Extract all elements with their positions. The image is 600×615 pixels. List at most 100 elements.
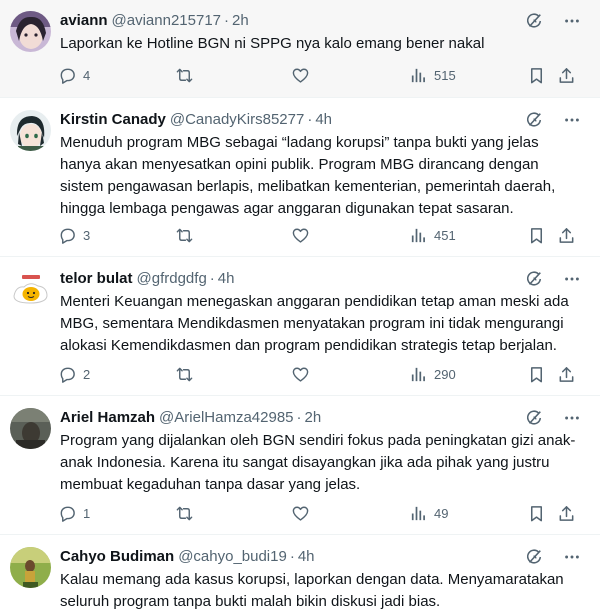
bookmark-button[interactable] — [527, 364, 546, 384]
more-icon[interactable] — [562, 11, 582, 31]
tweet-top-icons — [524, 547, 582, 567]
more-icon[interactable] — [562, 269, 582, 289]
tweet-aviann[interactable]: aviann @aviann215717 · 2h Laporkan ke Ho… — [0, 0, 600, 98]
bookmark-icon — [530, 505, 543, 521]
timestamp[interactable]: 4h — [298, 547, 315, 567]
user-handle[interactable]: @cahyo_budi19 — [178, 547, 287, 567]
tweet-header: Cahyo Budiman @cahyo_budi19 · 4h — [60, 547, 315, 567]
views-icon — [411, 367, 425, 381]
reply-button[interactable]: 3 — [58, 225, 90, 245]
grok-icon[interactable] — [524, 269, 544, 289]
retweet-button[interactable] — [175, 225, 200, 245]
tweet-text: Program yang dijalankan oleh BGN sendiri… — [60, 432, 576, 493]
retweet-button[interactable] — [175, 65, 200, 85]
user-handle[interactable]: @aviann215717 — [112, 11, 221, 31]
reply-icon — [60, 367, 75, 383]
views-button[interactable]: 290 — [409, 364, 456, 384]
tweet-text: Menteri Keuangan menegaskan anggaran pen… — [60, 293, 569, 354]
share-button[interactable] — [557, 225, 576, 245]
user-handle[interactable]: @CanadyKirs85277 — [170, 110, 304, 130]
retweet-button[interactable] — [175, 364, 200, 384]
bookmark-icon — [530, 366, 543, 382]
reply-icon — [60, 68, 75, 84]
reply-count: 3 — [83, 227, 91, 243]
views-count: 290 — [434, 366, 456, 382]
tweet-header: Ariel Hamzah @ArielHamza42985 · 2h — [60, 408, 321, 428]
reply-icon — [60, 228, 75, 244]
bookmark-button[interactable] — [527, 225, 546, 245]
like-button[interactable] — [291, 364, 316, 384]
reply-icon — [60, 506, 75, 522]
reply-count: 1 — [83, 505, 91, 521]
tweet-kirstin-canady[interactable]: Kirstin Canady @CanadyKirs85277 · 4h Men… — [0, 98, 600, 257]
tweet-header: Kirstin Canady @CanadyKirs85277 · 4h — [60, 110, 332, 130]
avatar[interactable] — [10, 269, 51, 310]
user-handle[interactable]: @gfrdgdfg — [137, 269, 207, 289]
tweet-actions: 4 515 — [58, 65, 588, 85]
more-icon[interactable] — [562, 110, 582, 130]
display-name[interactable]: Ariel Hamzah — [60, 408, 155, 428]
timestamp[interactable]: 4h — [315, 110, 332, 130]
tweet-cahyo-budiman[interactable]: Cahyo Budiman @cahyo_budi19 · 4h Kalau m… — [0, 535, 600, 615]
separator-dot: · — [209, 270, 215, 287]
bookmark-button[interactable] — [527, 65, 546, 85]
more-icon[interactable] — [562, 547, 582, 567]
bookmark-button[interactable] — [527, 503, 546, 523]
share-button[interactable] — [557, 65, 576, 85]
reply-count: 2 — [83, 366, 91, 382]
views-icon — [411, 68, 425, 82]
views-icon — [411, 228, 425, 242]
like-button[interactable] — [291, 503, 316, 523]
avatar[interactable] — [10, 547, 51, 588]
views-count: 515 — [434, 67, 456, 83]
display-name[interactable]: Kirstin Canady — [60, 110, 166, 130]
reply-button[interactable]: 2 — [58, 364, 90, 384]
like-button[interactable] — [291, 225, 316, 245]
separator-dot: · — [307, 111, 313, 128]
tweet-ariel-hamzah[interactable]: Ariel Hamzah @ArielHamza42985 · 2h Progr… — [0, 396, 600, 535]
separator-dot: · — [289, 548, 295, 565]
tweet-header: telor bulat @gfrdgdfg · 4h — [60, 269, 234, 289]
share-icon — [559, 505, 574, 521]
user-handle[interactable]: @ArielHamza42985 — [159, 408, 293, 428]
display-name[interactable]: telor bulat — [60, 269, 133, 289]
share-icon — [559, 67, 574, 83]
timestamp[interactable]: 2h — [232, 11, 249, 31]
tweet-text: Laporkan ke Hotline BGN ni SPPG nya kalo… — [60, 35, 485, 52]
timestamp[interactable]: 4h — [218, 269, 235, 289]
views-count: 49 — [434, 505, 449, 521]
reply-button[interactable]: 4 — [58, 65, 90, 85]
tweet-actions: 3 451 — [58, 225, 588, 245]
timestamp[interactable]: 2h — [305, 408, 322, 428]
share-icon — [559, 227, 574, 243]
views-button[interactable]: 515 — [409, 65, 456, 85]
retweet-icon — [176, 228, 193, 242]
share-button[interactable] — [557, 503, 576, 523]
tweet-top-icons — [524, 269, 582, 289]
more-icon[interactable] — [562, 408, 582, 428]
reply-feed: aviann @aviann215717 · 2h Laporkan ke Ho… — [0, 0, 600, 615]
like-button[interactable] — [291, 65, 316, 85]
views-button[interactable]: 451 — [409, 225, 456, 245]
tweet-top-icons — [524, 408, 582, 428]
share-button[interactable] — [557, 364, 576, 384]
grok-icon[interactable] — [524, 408, 544, 428]
like-icon — [292, 506, 309, 521]
tweet-actions: 1 49 — [58, 503, 588, 523]
retweet-button[interactable] — [175, 503, 200, 523]
retweet-icon — [176, 68, 193, 82]
display-name[interactable]: aviann — [60, 11, 108, 31]
views-button[interactable]: 49 — [409, 503, 448, 523]
avatar[interactable] — [10, 408, 51, 449]
grok-icon[interactable] — [524, 110, 544, 130]
grok-icon[interactable] — [524, 11, 544, 31]
bookmark-icon — [530, 227, 543, 243]
avatar[interactable] — [10, 110, 51, 151]
tweet-text: Kalau memang ada kasus korupsi, laporkan… — [60, 571, 564, 610]
display-name[interactable]: Cahyo Budiman — [60, 547, 174, 567]
grok-icon[interactable] — [524, 547, 544, 567]
reply-button[interactable]: 1 — [58, 503, 90, 523]
avatar[interactable] — [10, 11, 51, 52]
tweet-actions: 2 290 — [58, 364, 588, 384]
tweet-telor-bulat[interactable]: telor bulat @gfrdgdfg · 4h Menteri Keuan… — [0, 257, 600, 396]
